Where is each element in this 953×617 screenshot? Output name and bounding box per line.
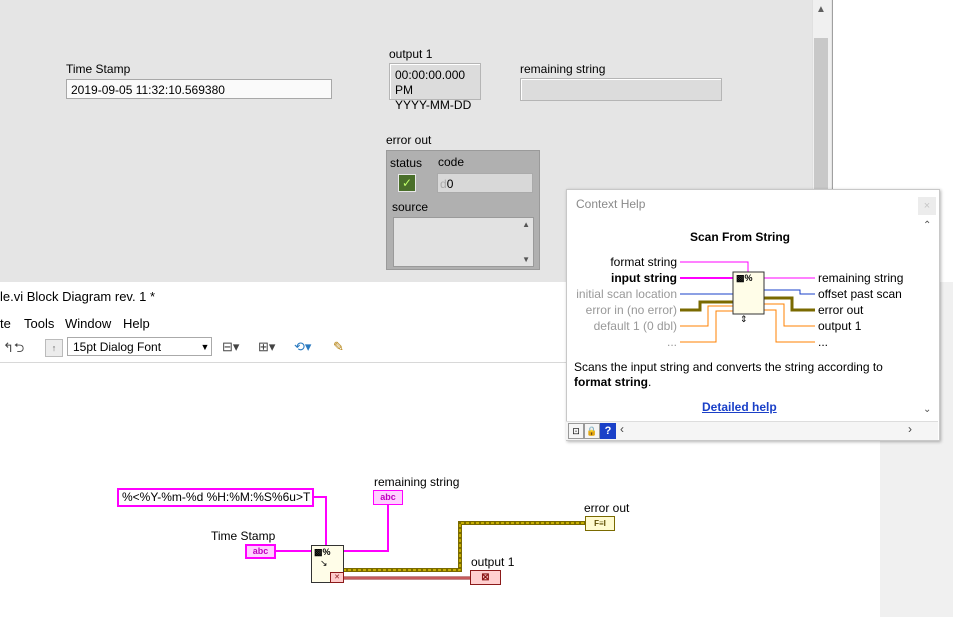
description-text: Scans the input string and converts the …	[574, 360, 883, 374]
context-help-description: Scans the input string and converts the …	[574, 360, 914, 390]
description-end: .	[648, 375, 652, 389]
resize-handle-icon[interactable]: ⇕	[740, 314, 748, 325]
context-help-vertical-scrollbar[interactable]: ⌃ ⌄	[919, 218, 937, 422]
ch-node-glyph: ▩%	[736, 273, 753, 283]
chevron-left-icon[interactable]: ‹	[620, 422, 624, 436]
ch-format-wire	[680, 261, 749, 273]
chevron-right-icon[interactable]: ›	[908, 422, 912, 436]
context-help-bottom-bar: ⊡ 🔒 ? ‹ ›	[566, 421, 938, 440]
lock-icon[interactable]: 🔒	[584, 423, 600, 439]
context-help-wiring	[680, 261, 815, 343]
show-optional-terminals-icon[interactable]: ⊡	[568, 423, 584, 439]
chevron-down-icon[interactable]: ⌄	[923, 404, 931, 415]
help-icon[interactable]: ?	[600, 423, 616, 439]
detailed-help-link[interactable]: Detailed help	[702, 400, 777, 414]
description-bold: format string	[574, 375, 649, 389]
ch-output1-wire	[764, 303, 815, 327]
chevron-up-icon[interactable]: ⌃	[923, 220, 931, 231]
ch-offset-wire	[764, 289, 815, 295]
